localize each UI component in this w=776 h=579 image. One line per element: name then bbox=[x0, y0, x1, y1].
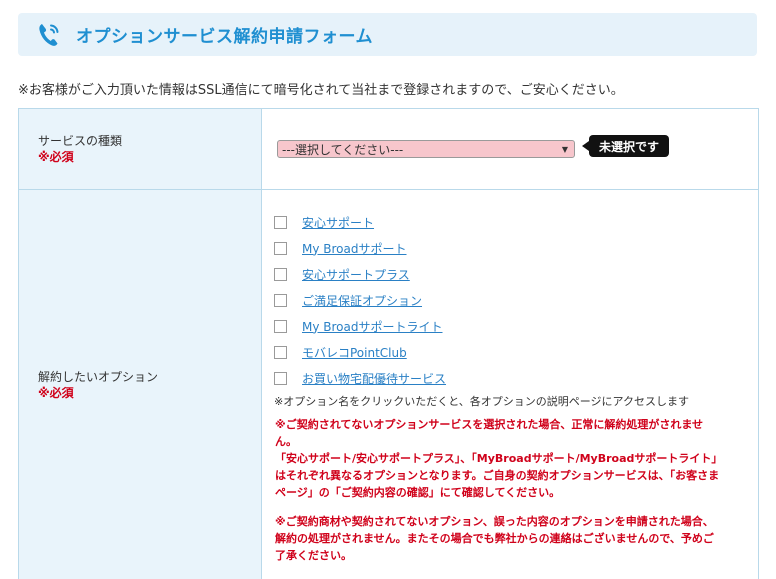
warning-text: ※ご契約されてないオプションサービスを選択された場合、正常に解約処理がされません… bbox=[275, 418, 704, 448]
option-checkbox[interactable] bbox=[274, 319, 287, 333]
options-value-cell: 安心サポート My Broadサポート 安心サポートプラス ご満足保証オプション… bbox=[262, 190, 758, 579]
option-item: My Broadサポートライト bbox=[273, 313, 758, 339]
warning-block: ※ご契約されてないオプションサービスを選択された場合、正常に解約処理がされません… bbox=[275, 416, 723, 501]
option-link[interactable]: My Broadサポートライト bbox=[302, 318, 443, 335]
option-checkbox[interactable] bbox=[274, 241, 287, 255]
options-label-cell: 解約したいオプション ※必須 bbox=[19, 190, 262, 579]
options-label: 解約したいオプション bbox=[38, 370, 159, 384]
service-type-value-cell: ---選択してください--- ▼ 未選択です bbox=[262, 109, 758, 189]
warning-text: 「安心サポート/安心サポートプラス」、「MyBroadサポート/MyBroadサ… bbox=[275, 452, 723, 499]
form-table: サービスの種類 ※必須 ---選択してください--- ▼ 未選択です 解約したい… bbox=[18, 108, 759, 579]
option-item: 安心サポート bbox=[273, 209, 758, 235]
service-type-select[interactable]: ---選択してください--- ▼ bbox=[277, 140, 575, 158]
option-item: お買い物宅配優待サービス bbox=[273, 365, 758, 391]
option-checkbox[interactable] bbox=[274, 371, 287, 385]
options-row: 解約したいオプション ※必須 安心サポート My Broadサポート 安心サポー… bbox=[19, 190, 758, 579]
required-badge: ※必須 bbox=[38, 386, 74, 400]
option-item: モバレコPointClub bbox=[273, 339, 758, 365]
option-hint: ※オプション名をクリックいただくと、各オプションの説明ページにアクセスします bbox=[274, 395, 690, 408]
option-checkbox[interactable] bbox=[274, 267, 287, 281]
option-link[interactable]: ご満足保証オプション bbox=[302, 292, 422, 309]
option-item: ご満足保証オプション bbox=[273, 287, 758, 313]
service-type-label-cell: サービスの種類 ※必須 bbox=[19, 109, 262, 189]
option-link[interactable]: お買い物宅配優待サービス bbox=[302, 370, 446, 387]
phone-icon bbox=[35, 21, 63, 49]
warning-text: ※ご契約商材や契約されてないオプション、誤った内容のオプションを申請された場合、… bbox=[275, 515, 714, 562]
option-link[interactable]: 安心サポート bbox=[302, 214, 374, 231]
validation-tooltip: 未選択です bbox=[581, 135, 670, 157]
form-header: オプションサービス解約申請フォーム bbox=[18, 13, 757, 56]
option-checkbox[interactable] bbox=[274, 345, 287, 359]
dropdown-arrow-icon: ▼ bbox=[561, 144, 568, 154]
required-badge: ※必須 bbox=[38, 150, 74, 164]
page: オプションサービス解約申請フォーム ※お客様がご入力頂いた情報はSSL通信にて暗… bbox=[0, 0, 776, 579]
option-checkbox[interactable] bbox=[274, 293, 287, 307]
page-title: オプションサービス解約申請フォーム bbox=[76, 27, 373, 47]
option-checkbox[interactable] bbox=[274, 215, 287, 229]
option-item: 安心サポートプラス bbox=[273, 261, 758, 287]
option-link[interactable]: My Broadサポート bbox=[302, 240, 407, 257]
option-item: My Broadサポート bbox=[273, 235, 758, 261]
option-link[interactable]: 安心サポートプラス bbox=[302, 266, 410, 283]
select-value: ---選択してください--- bbox=[282, 142, 404, 157]
service-type-row: サービスの種類 ※必須 ---選択してください--- ▼ 未選択です bbox=[19, 109, 758, 190]
option-link[interactable]: モバレコPointClub bbox=[302, 344, 407, 361]
ssl-notice: ※お客様がご入力頂いた情報はSSL通信にて暗号化されて当社まで登録されますので、… bbox=[18, 83, 624, 98]
service-type-label: サービスの種類 bbox=[38, 134, 123, 148]
